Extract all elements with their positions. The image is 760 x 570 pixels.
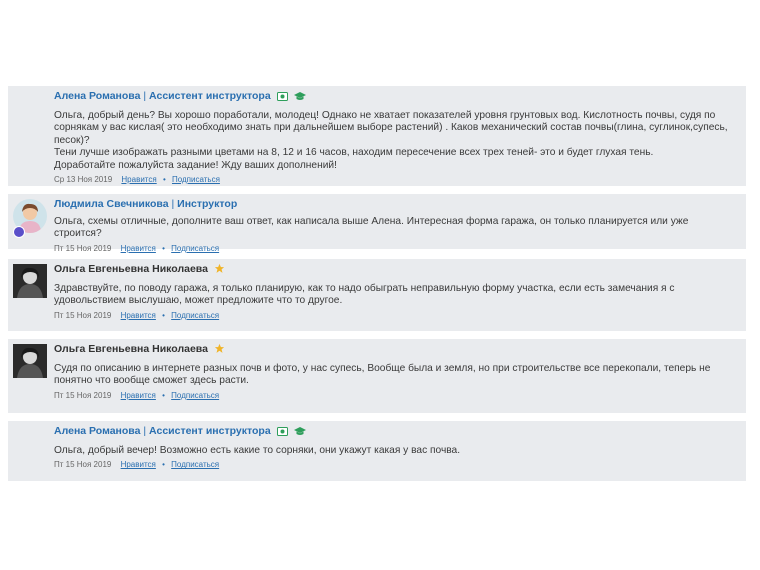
- star-icon: [214, 263, 225, 278]
- comment-text: Здравствуйте, по поводу гаража, я только…: [54, 283, 738, 308]
- like-link[interactable]: Нравится: [121, 391, 156, 400]
- bullet: •: [162, 243, 165, 253]
- author-name[interactable]: Ольга Евгеньевна Николаева: [54, 263, 208, 275]
- comment-date: Пт 15 Ноя 2019: [54, 460, 112, 470]
- author-name[interactable]: Алена Романова: [54, 425, 140, 437]
- bullet: •: [162, 175, 166, 185]
- comment: Ольга Евгеньевна Николаева Судя по описа…: [8, 339, 746, 413]
- graduation-cap-icon: [293, 427, 306, 440]
- subscribe-link[interactable]: Подписаться: [171, 460, 219, 469]
- comment-paragraph: Ольга, схемы отличные, дополните ваш отв…: [54, 216, 689, 240]
- comment-header: Алена Романова | Ассистент инструктора: [54, 425, 738, 440]
- separator: |: [143, 425, 147, 437]
- comment-text: Судя по описанию в интернете разных почв…: [54, 363, 738, 388]
- comment-header: Ольга Евгеньевна Николаева: [54, 263, 738, 278]
- subscribe-link[interactable]: Подписаться: [171, 244, 219, 253]
- subscribe-link[interactable]: Подписаться: [171, 391, 219, 400]
- bullet: •: [162, 310, 165, 320]
- avatar[interactable]: [13, 264, 47, 298]
- comment-text: Ольга, схемы отличные, дополните ваш отв…: [54, 216, 738, 241]
- comment-meta: Пт 15 Ноя 2019 Нравится • Подписаться: [54, 311, 738, 321]
- comment-header: Ольга Евгеньевна Николаева: [54, 343, 738, 358]
- comment-date: Пт 15 Ноя 2019: [54, 390, 112, 400]
- comment-text: Ольга, добрый вечер! Возможно есть какие…: [54, 445, 738, 457]
- subscribe-link[interactable]: Подписаться: [171, 311, 219, 320]
- separator: |: [143, 90, 147, 102]
- comment-header: Алена Романова | Ассистент инструктора: [54, 90, 738, 105]
- comment: Алена Романова | Ассистент инструктора О…: [8, 421, 746, 481]
- like-link[interactable]: Нравится: [121, 311, 156, 320]
- comment-meta: Ср 13 Ноя 2019 Нравится • Подписаться: [54, 175, 738, 185]
- like-link[interactable]: Нравится: [121, 175, 156, 184]
- bullet: •: [162, 460, 165, 470]
- comment-meta: Пт 15 Ноя 2019 Нравится • Подписаться: [54, 244, 738, 254]
- comment-meta: Пт 15 Ноя 2019 Нравится • Подписаться: [54, 391, 738, 401]
- comment: Людмила Свечникова | Инструктор Ольга, с…: [8, 194, 746, 253]
- comment-header: Людмила Свечникова | Инструктор: [54, 198, 738, 211]
- author-role: Ассистент инструктора: [149, 425, 271, 437]
- graduation-cap-icon: [293, 92, 306, 105]
- comment-paragraph: Здравствуйте, по поводу гаража, я только…: [54, 283, 675, 307]
- comment-text: Ольга, добрый день? Вы хорошо поработали…: [54, 110, 738, 172]
- comment-date: Пт 15 Ноя 2019: [54, 310, 112, 320]
- like-link[interactable]: Нравится: [121, 244, 156, 253]
- comment-paragraph: Ольга, добрый вечер! Возможно есть какие…: [54, 445, 461, 456]
- star-icon: [214, 343, 225, 358]
- money-badge-icon: [276, 427, 288, 440]
- money-badge-icon: [276, 92, 288, 105]
- like-link[interactable]: Нравится: [121, 460, 156, 469]
- comment: Ольга Евгеньевна Николаева Здравствуйте,…: [8, 259, 746, 331]
- comment-paragraph: Судя по описанию в интернете разных почв…: [54, 363, 711, 387]
- bullet: •: [162, 390, 165, 400]
- author-name[interactable]: Алена Романова: [54, 90, 140, 102]
- author-role: Инструктор: [177, 198, 238, 210]
- author-role: Ассистент инструктора: [149, 90, 271, 102]
- instructor-badge-icon: [13, 226, 25, 238]
- comment: Алена Романова | Ассистент инструктора О…: [8, 86, 746, 186]
- comment-meta: Пт 15 Ноя 2019 Нравится • Подписаться: [54, 460, 738, 470]
- author-name[interactable]: Людмила Свечникова: [54, 198, 169, 210]
- comment-date: Ср 13 Ноя 2019: [54, 175, 113, 185]
- author-name[interactable]: Ольга Евгеньевна Николаева: [54, 343, 208, 355]
- separator: |: [171, 198, 175, 210]
- comment-date: Пт 15 Ноя 2019: [54, 243, 112, 253]
- avatar[interactable]: [13, 344, 47, 378]
- comment-paragraph: Тени лучше изображать разными цветами на…: [54, 147, 654, 159]
- subscribe-link[interactable]: Подписаться: [172, 175, 220, 184]
- comment-paragraph: Ольга, добрый день? Вы хорошо поработали…: [54, 110, 728, 146]
- comment-paragraph: Доработайте пожалуйста задание! Жду ваши…: [54, 159, 337, 171]
